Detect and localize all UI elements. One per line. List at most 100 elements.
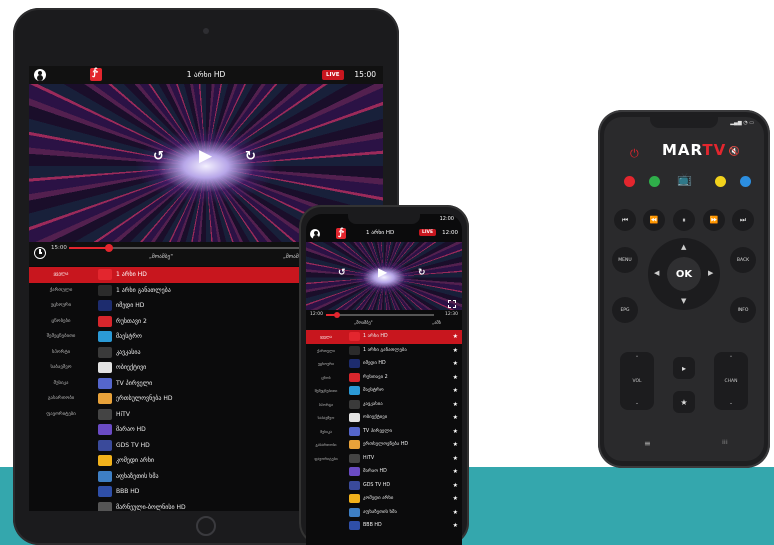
forward-icon[interactable]: ↻ xyxy=(245,149,256,164)
ok-button[interactable]: OK xyxy=(667,257,701,291)
favorite-star-icon[interactable]: ★ xyxy=(453,455,458,462)
category-item[interactable]: ყველა xyxy=(306,330,346,344)
volume-up-icon[interactable]: ⌃ xyxy=(635,356,639,361)
tablet-home-button[interactable] xyxy=(196,516,216,536)
prev-button[interactable]: ⏮ xyxy=(614,209,636,231)
category-item[interactable]: უცხოური xyxy=(306,357,346,371)
mute-icon[interactable]: 🔇 xyxy=(729,147,740,157)
favorite-star-icon[interactable]: ★ xyxy=(453,428,458,435)
category-item[interactable]: გასართობი xyxy=(306,438,346,452)
rewind-icon[interactable]: ↺ xyxy=(153,149,164,164)
progress-knob[interactable] xyxy=(333,312,340,318)
category-item[interactable]: ფავორიტები xyxy=(29,407,93,423)
play-button[interactable]: ▸ xyxy=(673,357,695,379)
info-button[interactable]: INFO xyxy=(730,297,756,323)
channel-row[interactable]: GDS TV HD ★ xyxy=(346,479,462,493)
category-item[interactable]: ქართული xyxy=(306,344,346,358)
channel-row[interactable]: კომედი არხი ★ xyxy=(346,492,462,506)
yellow-key[interactable] xyxy=(715,176,726,187)
category-item[interactable]: საბავშვო xyxy=(306,411,346,425)
favorite-star-icon[interactable]: ★ xyxy=(453,482,458,489)
rewind-button[interactable]: ⏪ xyxy=(643,209,665,231)
left-arrow-icon[interactable]: ◀ xyxy=(654,269,659,277)
favorite-star-icon[interactable]: ★ xyxy=(453,374,458,381)
channel-row[interactable]: მაესტრო ★ xyxy=(346,384,462,398)
play-icon[interactable]: ▶ xyxy=(378,265,387,279)
category-item[interactable]: გასართობი xyxy=(29,391,93,407)
progress-track[interactable] xyxy=(326,312,434,318)
channel-row[interactable]: რუსთავი 2 ★ xyxy=(346,371,462,385)
live-badge[interactable]: LIVE xyxy=(419,229,437,236)
channel-rocker[interactable]: ⌃ CHAN ⌄ xyxy=(714,352,748,410)
channel-row[interactable]: BBB HD ★ xyxy=(346,519,462,533)
category-item[interactable]: ქართული xyxy=(29,283,93,299)
dpad[interactable]: ▲ ▼ ◀ ▶ OK xyxy=(648,238,720,310)
category-item[interactable]: ყველა xyxy=(29,267,93,283)
timeshift-clock-icon[interactable] xyxy=(34,247,46,259)
channel-row[interactable]: იმედი HD ★ xyxy=(346,357,462,371)
fullscreen-icon[interactable] xyxy=(448,300,456,308)
category-item[interactable]: მუსიკა xyxy=(306,425,346,439)
phone-top-bar: 1 არხი HD LIVE 12:00 xyxy=(306,227,462,242)
profile-icon[interactable] xyxy=(310,229,320,239)
favorite-button[interactable]: ★ xyxy=(673,391,695,413)
category-item[interactable]: საბავშვო xyxy=(29,360,93,376)
right-arrow-icon[interactable]: ▶ xyxy=(708,269,713,277)
channel-row[interactable]: კავკასია ★ xyxy=(346,398,462,412)
channel-down-icon[interactable]: ⌄ xyxy=(729,401,733,406)
channel-row[interactable]: HiTV ★ xyxy=(346,452,462,466)
favorite-star-icon[interactable]: ★ xyxy=(453,414,458,421)
progress-knob[interactable] xyxy=(105,244,114,252)
menu-button[interactable]: MENU xyxy=(612,247,638,273)
channel-up-icon[interactable]: ⌃ xyxy=(729,356,733,361)
category-item[interactable]: შემეცნებითი xyxy=(29,329,93,345)
volume-rocker[interactable]: ⌃ VOL ⌄ xyxy=(620,352,654,410)
category-item[interactable]: სპორტი xyxy=(29,345,93,361)
down-arrow-icon[interactable]: ▼ xyxy=(681,297,686,305)
favorite-star-icon[interactable]: ★ xyxy=(453,495,458,502)
category-item[interactable]: ფავორიტები xyxy=(306,452,346,466)
next-button[interactable]: ⏭ xyxy=(732,209,754,231)
volume-down-icon[interactable]: ⌄ xyxy=(635,401,639,406)
favorite-star-icon[interactable]: ★ xyxy=(453,347,458,354)
rewind-icon[interactable]: ↺ xyxy=(338,268,346,278)
grid-icon[interactable]: ⁞⁞⁞ xyxy=(722,439,728,446)
menu-icon[interactable]: ≡ xyxy=(644,439,651,448)
favorite-star-icon[interactable]: ★ xyxy=(453,401,458,408)
favorite-star-icon[interactable]: ★ xyxy=(453,441,458,448)
pause-button[interactable]: ⏸ xyxy=(673,209,695,231)
category-item[interactable]: სპორტი xyxy=(306,398,346,412)
up-arrow-icon[interactable]: ▲ xyxy=(681,243,686,251)
play-icon[interactable]: ▶ xyxy=(199,146,212,166)
channel-row[interactable]: TV პირველი ★ xyxy=(346,425,462,439)
category-item[interactable]: შემეცნებითი xyxy=(306,384,346,398)
live-badge[interactable]: LIVE xyxy=(322,70,344,80)
back-button[interactable]: BACK xyxy=(730,247,756,273)
forward-icon[interactable]: ↻ xyxy=(418,268,426,278)
favorite-star-icon[interactable]: ★ xyxy=(453,387,458,394)
epg-button[interactable]: EPG xyxy=(612,297,638,323)
red-key[interactable] xyxy=(624,176,635,187)
favorite-star-icon[interactable]: ★ xyxy=(453,333,458,340)
favorite-star-icon[interactable]: ★ xyxy=(453,522,458,529)
power-icon[interactable]: ⏻ xyxy=(630,147,639,161)
category-item[interactable]: ცნობები xyxy=(29,314,93,330)
channel-row[interactable]: აფხაზეთის ხმა ★ xyxy=(346,506,462,520)
channel-row[interactable]: 1 არხი HD ★ xyxy=(346,330,462,344)
channel-row[interactable]: 1 არხი განათლება ★ xyxy=(346,344,462,358)
favorite-star-icon[interactable]: ★ xyxy=(453,509,458,516)
category-item[interactable]: უცხოური xyxy=(29,298,93,314)
green-key[interactable] xyxy=(649,176,660,187)
video-player[interactable]: ↺ ▶ ↻ xyxy=(306,242,462,310)
channel-name: ერთსულოვნება HD xyxy=(363,442,409,448)
tv-off-icon[interactable]: 📺 xyxy=(677,172,692,186)
channel-row[interactable]: ერთსულოვნება HD ★ xyxy=(346,438,462,452)
category-item[interactable]: ცნობ xyxy=(306,371,346,385)
channel-row[interactable]: ობიექტივი ★ xyxy=(346,411,462,425)
fast-forward-button[interactable]: ⏩ xyxy=(703,209,725,231)
favorite-star-icon[interactable]: ★ xyxy=(453,468,458,475)
blue-key[interactable] xyxy=(740,176,751,187)
category-item[interactable]: მუსიკა xyxy=(29,376,93,392)
channel-row[interactable]: მარაო HD ★ xyxy=(346,465,462,479)
favorite-star-icon[interactable]: ★ xyxy=(453,360,458,367)
